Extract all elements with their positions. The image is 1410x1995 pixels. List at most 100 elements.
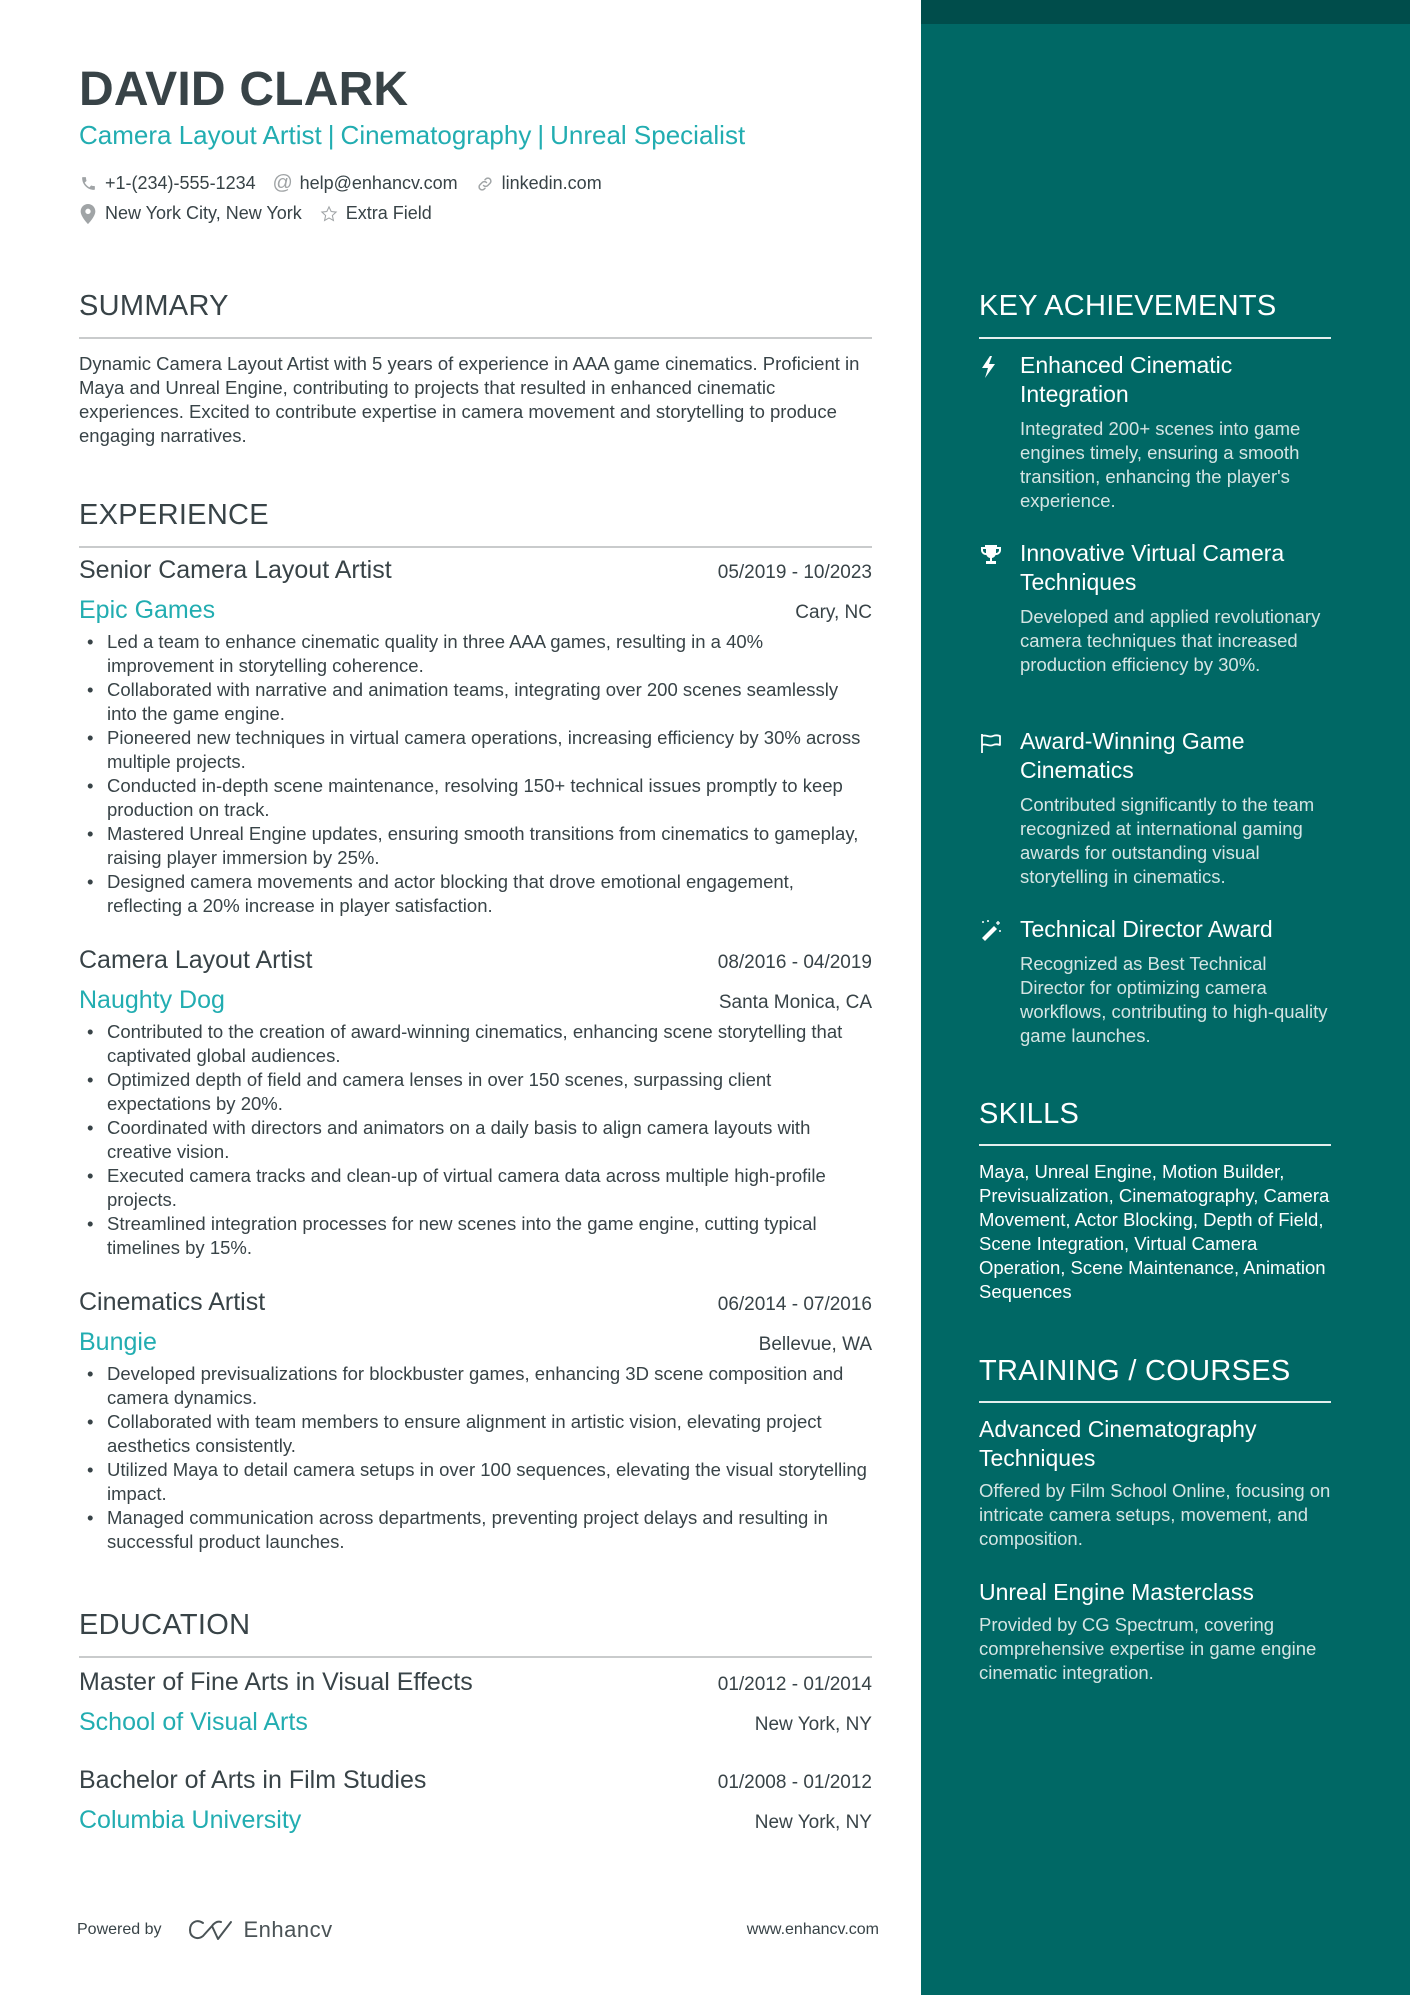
achievement-title: Enhanced Cinematic Integration xyxy=(1020,352,1233,407)
achievement-item: Innovative Virtual Camera Techniques Dev… xyxy=(979,539,1331,677)
achievement-item: Enhanced Cinematic Integration Integrate… xyxy=(979,351,1331,513)
at-icon: @ xyxy=(272,172,293,194)
flag-icon xyxy=(979,731,1003,755)
job-location: Santa Monica, CA xyxy=(718,992,872,1013)
job-entry: Camera Layout Artist 08/2016 - 04/2019 N… xyxy=(79,946,872,1260)
magic-wand-icon xyxy=(979,919,1003,943)
powered-by: Powered by Enhancv xyxy=(77,1917,333,1943)
job-bullet: Managed communication across departments… xyxy=(79,1506,872,1554)
phone-text: +1-(234)-555-1234 xyxy=(105,173,256,193)
training-heading: TRAINING / COURSES xyxy=(979,1355,1291,1387)
job-entry: Senior Camera Layout Artist 05/2019 - 10… xyxy=(79,556,872,918)
summary-divider xyxy=(79,337,872,339)
job-bullet: Utilized Maya to detail camera setups in… xyxy=(79,1458,872,1506)
education-location: New York, NY xyxy=(754,1714,872,1735)
location-text: New York City, New York xyxy=(105,203,302,223)
contact-extra: Extra Field xyxy=(320,203,432,224)
course-title: Unreal Engine Masterclass xyxy=(979,1579,1254,1605)
headline-skill: Cinematography xyxy=(340,120,532,150)
achievements-heading: KEY ACHIEVEMENTS xyxy=(979,290,1277,322)
course-item: Advanced Cinematography Techniques Offer… xyxy=(979,1415,1331,1551)
candidate-name: DAVID CLARK xyxy=(79,63,409,116)
job-bullet: Streamlined integration processes for ne… xyxy=(79,1212,872,1260)
contact-row-1: +1-(234)-555-1234 @ help@enhancv.com lin… xyxy=(79,172,620,194)
headline-separator: | xyxy=(537,120,545,150)
achievement-desc: Integrated 200+ scenes into game engines… xyxy=(1020,418,1301,511)
achievement-title: Technical Director Award xyxy=(1020,916,1273,942)
contact-phone[interactable]: +1-(234)-555-1234 xyxy=(79,173,256,194)
education-dates: 01/2008 - 01/2012 xyxy=(717,1772,872,1793)
course-desc: Offered by Film School Online, focusing … xyxy=(979,1480,1331,1549)
skills-text: Maya, Unreal Engine, Motion Builder, Pre… xyxy=(979,1161,1330,1302)
experience-divider xyxy=(79,546,872,548)
job-dates: 06/2014 - 07/2016 xyxy=(717,1294,872,1315)
education-heading: EDUCATION xyxy=(79,1609,251,1641)
job-bullet: Pioneered new techniques in virtual came… xyxy=(79,726,872,774)
achievement-desc: Contributed significantly to the team re… xyxy=(1020,794,1315,887)
summary-text: Dynamic Camera Layout Artist with 5 year… xyxy=(79,353,860,446)
achievement-item: Award-Winning Game Cinematics Contribute… xyxy=(979,727,1331,889)
skills-heading: SKILLS xyxy=(979,1098,1080,1130)
contact-location: New York City, New York xyxy=(79,203,302,224)
job-bullet: Developed previsualizations for blockbus… xyxy=(79,1362,872,1410)
job-company: Bungie xyxy=(79,1328,157,1356)
contact-link[interactable]: linkedin.com xyxy=(476,173,602,194)
job-title: Senior Camera Layout Artist xyxy=(79,556,392,584)
education-entry: Master of Fine Arts in Visual Effects 01… xyxy=(79,1668,872,1742)
skills-divider xyxy=(979,1144,1331,1146)
enhancv-logo-icon xyxy=(188,1920,232,1940)
footer: Powered by Enhancv www.enhancv.com xyxy=(77,1915,879,1945)
headline-specialty: Unreal Specialist xyxy=(550,120,746,150)
job-bullet: Executed camera tracks and clean-up of v… xyxy=(79,1164,872,1212)
job-bullet: Led a team to enhance cinematic quality … xyxy=(79,630,872,678)
job-company: Naughty Dog xyxy=(79,986,225,1014)
achievement-title: Innovative Virtual Camera Techniques xyxy=(1020,540,1285,595)
headline: Camera Layout Artist | Cinematography | Unre… xyxy=(79,120,745,151)
job-dates: 05/2019 - 10/2023 xyxy=(717,562,872,583)
job-bullets: Led a team to enhance cinematic quality … xyxy=(79,630,872,918)
job-dates: 08/2016 - 04/2019 xyxy=(717,952,872,973)
job-title: Cinematics Artist xyxy=(79,1288,266,1316)
job-entry: Cinematics Artist 06/2014 - 07/2016 Bung… xyxy=(79,1288,872,1554)
job-title: Camera Layout Artist xyxy=(79,946,313,974)
sidebar-top-band xyxy=(921,0,1410,24)
job-bullet: Collaborated with team members to ensure… xyxy=(79,1410,872,1458)
degree: Master of Fine Arts in Visual Effects xyxy=(79,1668,473,1696)
location-pin-icon xyxy=(79,203,97,224)
headline-separator: | xyxy=(327,120,335,150)
school: School of Visual Arts xyxy=(79,1708,308,1736)
course-title: Advanced Cinematography Techniques xyxy=(979,1416,1257,1471)
contact-email[interactable]: @ help@enhancv.com xyxy=(272,172,458,194)
link-text: linkedin.com xyxy=(501,173,602,193)
headline-role: Camera Layout Artist xyxy=(79,120,322,150)
phone-icon xyxy=(79,175,97,193)
job-location: Bellevue, WA xyxy=(758,1334,872,1355)
summary-heading: SUMMARY xyxy=(79,290,229,322)
education-dates: 01/2012 - 01/2014 xyxy=(717,1674,872,1695)
achievement-title: Award-Winning Game Cinematics xyxy=(1020,728,1245,783)
job-bullet: Collaborated with narrative and animatio… xyxy=(79,678,872,726)
achievement-desc: Developed and applied revolutionary came… xyxy=(1020,606,1321,675)
job-bullet: Contributed to the creation of award-win… xyxy=(79,1020,872,1068)
job-bullet: Optimized depth of field and camera lens… xyxy=(79,1068,872,1116)
enhancv-brand: Enhancv xyxy=(243,1917,333,1942)
job-bullets: Developed previsualizations for blockbus… xyxy=(79,1362,872,1554)
course-desc: Provided by CG Spectrum, covering compre… xyxy=(979,1614,1317,1683)
education-divider xyxy=(79,1656,872,1658)
job-bullet: Designed camera movements and actor bloc… xyxy=(79,870,872,918)
school: Columbia University xyxy=(79,1806,302,1834)
lightning-bolt-icon xyxy=(979,355,1003,379)
website-link[interactable]: www.enhancv.com xyxy=(747,1921,879,1939)
education-entry: Bachelor of Arts in Film Studies 01/2008… xyxy=(79,1766,872,1840)
job-company: Epic Games xyxy=(79,596,216,624)
education-location: New York, NY xyxy=(754,1812,872,1833)
achievement-item: Technical Director Award Recognized as B… xyxy=(979,915,1331,1048)
star-icon xyxy=(320,205,338,223)
achievements-divider xyxy=(979,337,1331,339)
enhancv-logo[interactable]: Enhancv xyxy=(188,1917,333,1943)
email-text: help@enhancv.com xyxy=(299,173,458,193)
job-bullet: Mastered Unreal Engine updates, ensuring… xyxy=(79,822,872,870)
job-bullet: Coordinated with directors and animators… xyxy=(79,1116,872,1164)
job-bullet: Conducted in-depth scene maintenance, re… xyxy=(79,774,872,822)
link-icon xyxy=(476,175,494,193)
